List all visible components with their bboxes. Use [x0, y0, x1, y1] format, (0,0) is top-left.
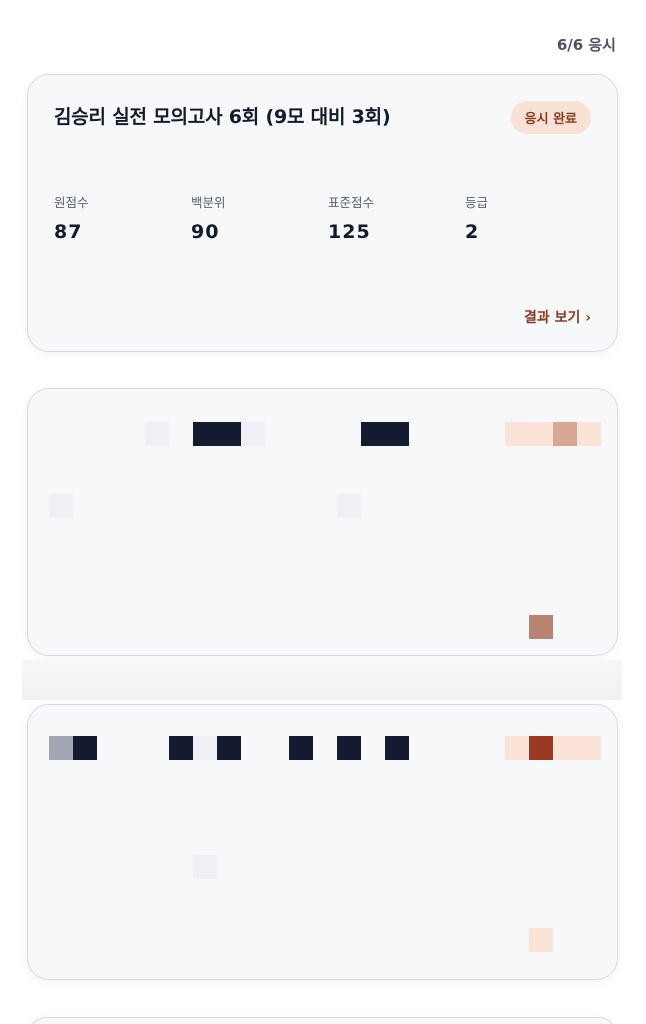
redacted-block	[385, 736, 409, 760]
redacted-divider	[22, 660, 622, 700]
stat-label: 원점수	[54, 195, 89, 210]
view-result-link[interactable]: 결과 보기 ›	[524, 307, 591, 327]
redacted-block	[73, 736, 97, 760]
stat-value: 87	[54, 221, 83, 243]
redacted-block	[385, 422, 409, 446]
stat-value: 125	[328, 221, 371, 243]
exam-title: 김승리 실전 모의고사 6회 (9모 대비 3회)	[54, 106, 391, 128]
redacted-badge-block	[529, 422, 553, 446]
exam-history-page: 6/6 응시 김승리 실전 모의고사 6회 (9모 대비 3회) 응시 완료 원…	[0, 0, 646, 1024]
redacted-badge-block	[577, 422, 601, 446]
stat-label: 백분위	[191, 195, 226, 210]
exam-card[interactable]: 김승리 실전 모의고사 6회 (9모 대비 3회) 응시 완료 원점수 87 백…	[27, 74, 618, 352]
redacted-block	[193, 422, 217, 446]
stat-value: 2	[465, 221, 480, 243]
stat-label: 표준점수	[328, 195, 375, 210]
redacted-block	[145, 422, 169, 446]
redacted-block	[241, 422, 265, 446]
redacted-block	[49, 494, 73, 518]
stat-standard-score: 표준점수 125	[328, 192, 374, 243]
redacted-link-block[interactable]	[529, 928, 553, 952]
stat-percentile: 백분위 90	[191, 192, 226, 243]
stat-raw-score: 원점수 87	[54, 192, 89, 243]
redacted-block	[217, 736, 241, 760]
attempt-count: 6/6 응시	[556, 36, 616, 54]
redacted-badge-block	[505, 422, 529, 446]
redacted-block	[49, 736, 73, 760]
redacted-badge-block	[553, 422, 577, 446]
redacted-block	[337, 494, 361, 518]
redacted-badge-block	[529, 736, 553, 760]
stat-grade: 등급 2	[465, 192, 488, 243]
exam-card-partial[interactable]	[27, 1017, 618, 1024]
redacted-link-block[interactable]	[529, 615, 553, 639]
exam-card-redacted[interactable]	[27, 388, 618, 656]
redacted-badge-block	[553, 736, 577, 760]
redacted-block	[193, 855, 217, 879]
stat-label: 등급	[465, 195, 489, 210]
redacted-block	[217, 422, 241, 446]
exam-card-redacted[interactable]	[27, 704, 618, 980]
stat-value: 90	[191, 221, 220, 243]
redacted-block	[289, 736, 313, 760]
redacted-block	[361, 422, 385, 446]
status-badge: 응시 완료	[510, 101, 591, 134]
redacted-block	[337, 736, 361, 760]
redacted-block	[169, 736, 193, 760]
redacted-block	[193, 736, 217, 760]
redacted-badge-block	[577, 736, 601, 760]
redacted-badge-block	[505, 736, 529, 760]
